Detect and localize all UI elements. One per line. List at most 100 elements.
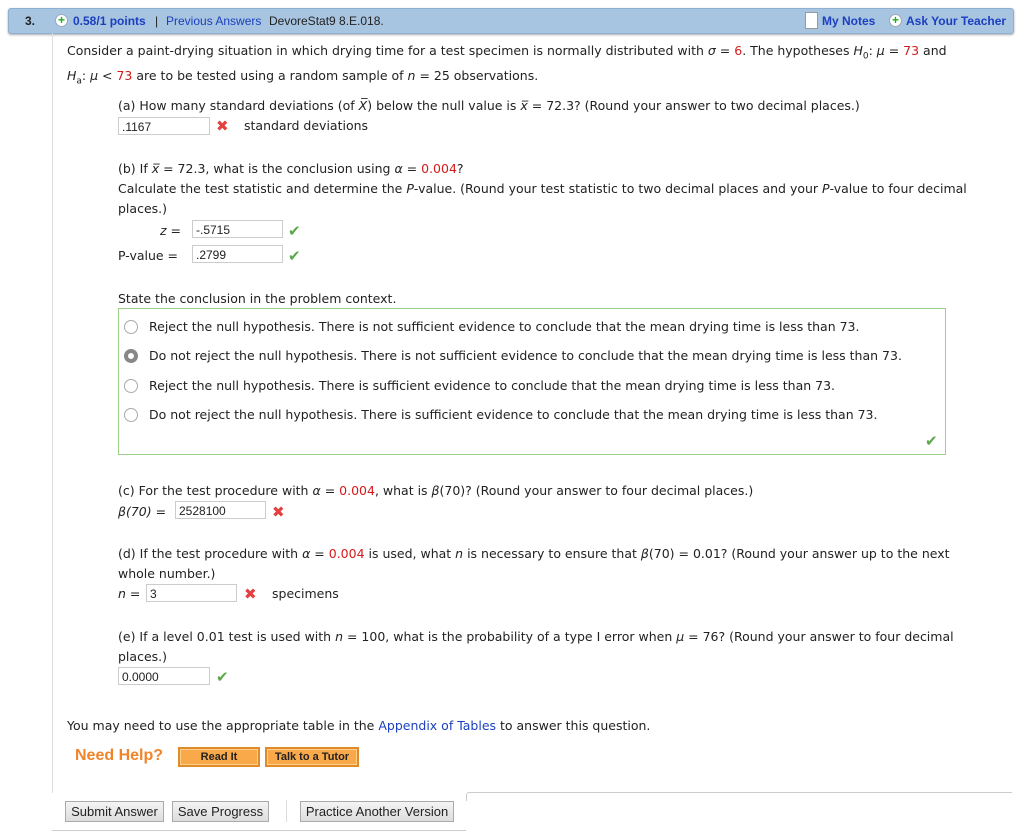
part-a-input[interactable]: .1167 <box>118 117 210 135</box>
talk-to-tutor-button[interactable]: Talk to a Tutor <box>265 747 359 767</box>
p-value-input[interactable]: .2799 <box>192 245 283 263</box>
intro-line-2: Ha: μ < 73 are to be tested using a rand… <box>67 68 538 87</box>
text-segment: 0.004 <box>421 161 457 176</box>
divider <box>52 830 466 831</box>
text-segment: -value. (Round your test statistic to tw… <box>413 181 823 196</box>
notes-icon <box>805 12 818 29</box>
part-d-question-cont: whole number.) <box>118 566 216 581</box>
text-segment: (c) For the test procedure with <box>118 483 313 498</box>
conclusion-prompt: State the conclusion in the problem cont… <box>118 291 397 306</box>
text-segment: 73 <box>116 68 133 83</box>
separator: | <box>155 14 159 28</box>
text-segment: H <box>67 68 77 83</box>
ask-teacher-link[interactable]: Ask Your Teacher <box>906 14 1006 28</box>
z-input[interactable]: -.5715 <box>192 220 283 238</box>
text-segment: = 76? (Round your answer to four decimal <box>684 629 954 644</box>
question-source: DevoreStat9 8.E.018. <box>269 14 384 28</box>
text-segment: : <box>868 43 877 58</box>
text-segment: = <box>320 483 340 498</box>
text-segment: . The hypotheses <box>742 43 854 58</box>
text-segment: = 100, what is the probability of a type… <box>343 629 677 644</box>
text-segment: (a) How many standard deviations (of <box>118 98 359 113</box>
divider <box>466 792 1012 801</box>
z-label: z = <box>160 223 182 238</box>
text-segment: are to be tested using a random sample o… <box>132 68 408 83</box>
incorrect-icon: ✖ <box>272 503 285 521</box>
part-e-input[interactable]: 0.0000 <box>118 667 210 685</box>
appendix-pre: You may need to use the appropriate tabl… <box>67 718 379 733</box>
text-segment: Consider a paint-drying situation in whi… <box>67 43 708 58</box>
radio-option-3[interactable] <box>124 379 138 393</box>
text-segment: is necessary to ensure that <box>463 546 641 561</box>
points-link[interactable]: 0.58/1 points <box>73 14 146 28</box>
beta-label: β(70) = <box>118 504 167 519</box>
text-segment: 0.004 <box>328 546 365 561</box>
text-segment: n <box>455 546 464 561</box>
text-segment: μ <box>90 68 99 83</box>
option-label[interactable]: Reject the null hypothesis. There is suf… <box>149 378 835 393</box>
p-value-label: P-value = <box>118 248 179 263</box>
radio-option-1[interactable] <box>124 320 138 334</box>
text-segment: and <box>919 43 947 58</box>
text-segment: -value to four decimal <box>829 181 967 196</box>
submit-answer-button[interactable]: Submit Answer <box>65 801 164 822</box>
text-segment: : <box>81 68 91 83</box>
question-number: 3. <box>25 14 36 28</box>
read-it-button[interactable]: Read It <box>178 747 260 767</box>
text-segment: 0.004 <box>339 483 375 498</box>
text-segment: σ <box>707 43 716 58</box>
part-c-question: (c) For the test procedure with α = 0.00… <box>118 483 753 498</box>
part-d-input[interactable]: 3 <box>146 584 237 602</box>
correct-icon: ✔ <box>288 247 301 265</box>
part-b-instructions: Calculate the test statistic and determi… <box>118 181 967 196</box>
text-segment: is used, what <box>364 546 456 561</box>
part-b-question: (b) If x̅ = 72.3, what is the conclusion… <box>118 161 464 176</box>
previous-answers-link[interactable]: Previous Answers <box>166 14 261 28</box>
part-b-instructions-cont: places.) <box>118 201 167 216</box>
text-segment: 73 <box>903 43 920 58</box>
save-progress-button[interactable]: Save Progress <box>172 801 269 822</box>
plus-icon: + <box>889 14 902 27</box>
practice-another-version-button[interactable]: Practice Another Version <box>300 801 454 822</box>
text-segment: n <box>335 629 344 644</box>
text-segment: = 72.3? (Round your answer to two decima… <box>527 98 860 113</box>
text-segment: = 25 observations. <box>415 68 539 83</box>
incorrect-icon: ✖ <box>244 585 257 603</box>
option-label[interactable]: Reject the null hypothesis. There is not… <box>149 319 859 334</box>
text-segment: Calculate the test statistic and determi… <box>118 181 407 196</box>
appendix-note: You may need to use the appropriate tabl… <box>67 718 650 733</box>
text-segment: H <box>853 43 863 58</box>
text-segment: ) below the null value is <box>367 98 521 113</box>
text-segment: α <box>312 483 321 498</box>
text-segment: μ <box>876 43 885 58</box>
radio-option-2[interactable] <box>124 349 138 363</box>
text-segment: (d) If the test procedure with <box>118 546 303 561</box>
option-label[interactable]: Do not reject the null hypothesis. There… <box>149 348 902 363</box>
text-segment: = <box>715 43 735 58</box>
part-a-question: (a) How many standard deviations (of X̅)… <box>118 98 860 113</box>
text-segment: (b) If <box>118 161 152 176</box>
text-segment: X̅ <box>358 98 368 113</box>
my-notes-link[interactable]: My Notes <box>822 14 875 28</box>
appendix-link[interactable]: Appendix of Tables <box>378 718 496 733</box>
text-segment: β <box>640 546 649 561</box>
option-label[interactable]: Do not reject the null hypothesis. There… <box>149 407 877 422</box>
text-segment: , what is <box>374 483 432 498</box>
plus-icon: + <box>55 14 68 27</box>
text-segment: β <box>431 483 440 498</box>
n-label: n = <box>118 586 141 601</box>
correct-icon: ✔ <box>925 432 938 450</box>
question-header: 3. + 0.58/1 points | Previous Answers De… <box>8 8 1014 34</box>
text-segment: = <box>884 43 904 58</box>
part-e-question-cont: places.) <box>118 649 167 664</box>
text-segment: ? <box>456 161 464 176</box>
need-help-label: Need Help? <box>75 747 164 764</box>
part-c-input[interactable]: 2528100 <box>175 501 266 519</box>
part-e-question: (e) If a level 0.01 test is used with n … <box>118 629 954 644</box>
text-segment: = 72.3, what is the conclusion using <box>159 161 395 176</box>
radio-option-4[interactable] <box>124 408 138 422</box>
divider <box>286 800 287 822</box>
appendix-post: to answer this question. <box>496 718 651 733</box>
text-segment: x̅ <box>520 98 528 113</box>
part-d-question: (d) If the test procedure with α = 0.004… <box>118 546 950 561</box>
